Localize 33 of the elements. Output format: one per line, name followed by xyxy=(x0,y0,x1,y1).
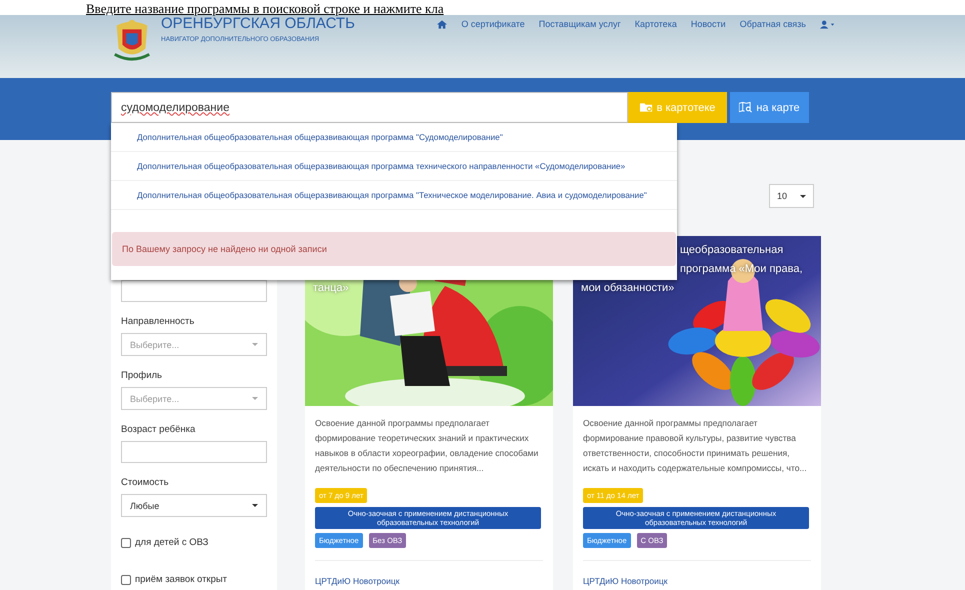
suggestion-item[interactable]: Дополнительная общеобразовательная общеразвивающая программа "Судомоделирование" xyxy=(111,123,677,152)
card-description: Освоение данной программы предполагает формирование теоретических знаний и практических навыков в области хореографии, овладение способами деятельности по обеспечению принятия... xyxy=(315,417,540,475)
nav-link[interactable]: О сертификате xyxy=(461,19,525,29)
nav-link[interactable]: Картотека xyxy=(634,19,677,29)
search-field[interactable]: судомоделирование xyxy=(111,92,628,123)
card-description: Освоение данной программы предполагает формирование правовой культуры, развитие чувства ответственности, способности принимать решения, искать и находить содержательные компромиссы, что... xyxy=(583,417,808,475)
page-size-select[interactable]: 10 xyxy=(769,184,814,208)
map-search-icon xyxy=(739,102,752,113)
site-title[interactable]: ОРЕНБУРГСКАЯ ОБЛАСТЬ xyxy=(161,16,355,32)
filter-label: Направленность xyxy=(121,316,196,327)
filter-input[interactable] xyxy=(121,441,267,463)
nav-link[interactable]: Поставщикам услуг xyxy=(538,19,621,29)
home-icon[interactable] xyxy=(437,20,448,28)
checkbox[interactable] xyxy=(121,574,131,584)
suggestion-item[interactable]: Дополнительная общеобразовательная общеразвивающая программа "Техническое моделирование. Авиа и судомоделирование" xyxy=(111,181,677,210)
provider-link[interactable]: ЦРТДиЮ Новотроицк xyxy=(315,576,400,586)
folder-search-icon xyxy=(640,102,653,113)
nav-link[interactable]: Обратная связь xyxy=(740,19,806,29)
filter-label: Профиль xyxy=(121,370,164,381)
document-caption: Введите название программы в поисковой строке и нажмите кла xyxy=(86,1,444,16)
filter-input[interactable] xyxy=(121,280,267,302)
no-results-alert: По Вашему запросу не найдено ни одной записи xyxy=(112,232,676,266)
provider-link[interactable]: ЦРТДиЮ Новотроицк xyxy=(583,576,668,586)
user-menu-icon[interactable] xyxy=(820,20,835,28)
checkbox-label: для детей с ОВЗ xyxy=(135,537,208,548)
filter-label: Стоимость xyxy=(121,477,170,488)
nav-link[interactable]: Новости xyxy=(690,19,726,29)
card-title[interactable]: мои обязанности» xyxy=(581,279,674,298)
filter-select[interactable]: Любые xyxy=(121,494,267,517)
filter-label: Возраст ребёнка xyxy=(121,424,196,435)
checkbox-label: приём заявок открыт xyxy=(135,574,228,585)
suggestion-item[interactable]: Дополнительная общеобразовательная общеразвивающая программа технического направленности «Судомоделирование» xyxy=(111,152,677,181)
checkbox[interactable] xyxy=(121,538,131,548)
